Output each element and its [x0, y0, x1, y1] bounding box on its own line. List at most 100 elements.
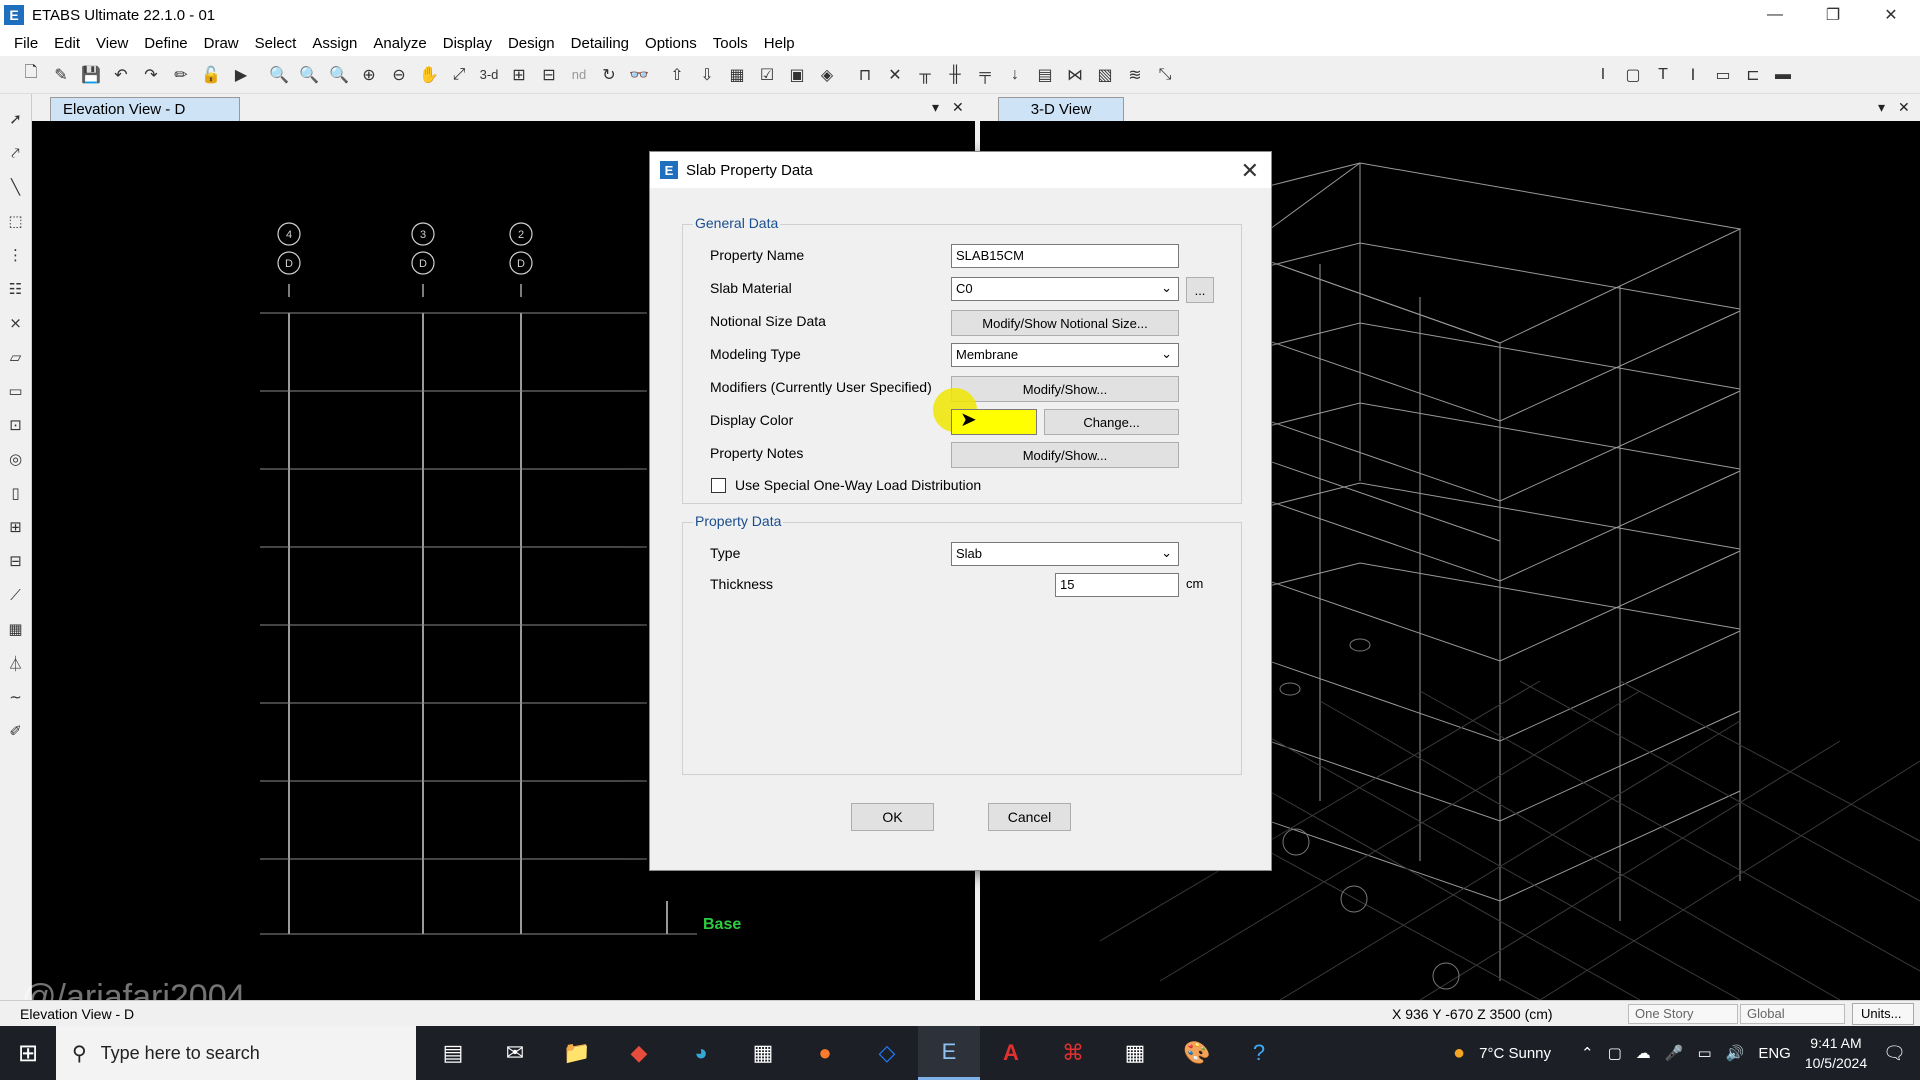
column-icon[interactable]: ╤: [972, 62, 998, 88]
zoom-in-icon[interactable]: ⊕: [356, 62, 382, 88]
nd-button[interactable]: nd: [566, 62, 592, 88]
move-down-icon[interactable]: ⇩: [694, 62, 720, 88]
dropbox-icon[interactable]: ◇: [856, 1026, 918, 1080]
cancel-button[interactable]: Cancel: [988, 803, 1071, 831]
dialog-close-button[interactable]: ✕: [1241, 158, 1259, 184]
plan-view-icon[interactable]: ⊞: [506, 62, 532, 88]
paint-icon[interactable]: 🎨: [1166, 1026, 1228, 1080]
draw-quick-area-icon[interactable]: ⊡: [3, 412, 29, 438]
draw-brace-icon[interactable]: ⨯: [3, 310, 29, 336]
one-way-load-label[interactable]: Use Special One-Way Load Distribution: [735, 477, 981, 493]
modeling-type-select[interactable]: Membrane ⌄: [951, 343, 1179, 367]
wall-icon[interactable]: ▤: [1032, 62, 1058, 88]
notifications-icon[interactable]: 🗨: [1883, 1043, 1906, 1064]
menu-edit[interactable]: Edit: [46, 35, 88, 52]
check-icon[interactable]: ☑: [754, 62, 780, 88]
draw-grid-icon[interactable]: ▦: [3, 616, 29, 642]
draw-link-icon[interactable]: ⟋: [3, 582, 29, 608]
one-way-load-checkbox[interactable]: [711, 478, 726, 493]
story-select[interactable]: One Story: [1628, 1004, 1738, 1024]
weather-sun-icon[interactable]: ●: [1453, 1042, 1465, 1065]
weather-text[interactable]: 7°C Sunny: [1479, 1045, 1551, 1062]
draw-opening-icon[interactable]: ⊞: [3, 514, 29, 540]
taskbar-search[interactable]: ⚲ Type here to search: [56, 1026, 416, 1080]
save-icon[interactable]: 💾: [78, 62, 104, 88]
change-color-button[interactable]: Change...: [1044, 409, 1179, 435]
network-icon[interactable]: ☁: [1636, 1044, 1651, 1062]
edge-browser-icon[interactable]: ◕: [670, 1026, 732, 1080]
type-select[interactable]: Slab ⌄: [951, 542, 1179, 566]
tray-device-icon[interactable]: ▢: [1608, 1044, 1622, 1062]
brace-icon[interactable]: ✕: [882, 62, 908, 88]
draw-tendon-icon[interactable]: ⊟: [3, 548, 29, 574]
zoom-out-icon[interactable]: ⊖: [386, 62, 412, 88]
elevation-view-icon[interactable]: ⊟: [536, 62, 562, 88]
section-t-icon[interactable]: T: [1650, 62, 1676, 88]
microphone-icon[interactable]: 🎤: [1665, 1044, 1684, 1062]
clock[interactable]: 9:41 AM 10/5/2024: [1805, 1033, 1867, 1073]
view-3d-button[interactable]: 3-d: [476, 62, 502, 88]
menu-file[interactable]: File: [6, 35, 46, 52]
joist-icon[interactable]: ╫: [942, 62, 968, 88]
language-indicator[interactable]: ENG: [1758, 1045, 1791, 1062]
windows-start-icon[interactable]: ⊞: [0, 1026, 56, 1080]
move-up-icon[interactable]: ⇧: [664, 62, 690, 88]
frame-icon[interactable]: ⊓: [852, 62, 878, 88]
pointer-icon[interactable]: ➚: [3, 106, 29, 132]
section-beam-icon[interactable]: ▭: [1710, 62, 1736, 88]
menu-analyze[interactable]: Analyze: [365, 35, 434, 52]
restore-button[interactable]: ❐: [1804, 0, 1862, 30]
close-window-button[interactable]: ✕: [1862, 0, 1920, 30]
menu-define[interactable]: Define: [136, 35, 195, 52]
section-column-icon[interactable]: Ⅰ: [1680, 62, 1706, 88]
section-i-icon[interactable]: I: [1590, 62, 1616, 88]
ok-button[interactable]: OK: [851, 803, 934, 831]
etabs-taskbar-icon[interactable]: E: [918, 1026, 980, 1080]
draw-circle-icon[interactable]: ◎: [3, 446, 29, 472]
draw-frame-icon[interactable]: ⬚: [3, 208, 29, 234]
coord-system-select[interactable]: Global: [1740, 1004, 1845, 1024]
draw-dimension-icon[interactable]: ⏃: [3, 650, 29, 676]
autocad-icon[interactable]: A: [980, 1026, 1042, 1080]
reshape-icon[interactable]: ⤤: [3, 140, 29, 166]
draw-column-icon[interactable]: ⋮: [3, 242, 29, 268]
menu-display[interactable]: Display: [435, 35, 500, 52]
file-explorer-icon[interactable]: 📁: [546, 1026, 608, 1080]
slab-material-select[interactable]: C0 ⌄: [951, 277, 1179, 301]
menu-options[interactable]: Options: [637, 35, 705, 52]
zoom-restore-icon[interactable]: 🔍: [296, 62, 322, 88]
volume-icon[interactable]: 🔊: [1726, 1044, 1745, 1062]
zoom-window-icon[interactable]: 🔍: [266, 62, 292, 88]
draw-spline-icon[interactable]: ∼: [3, 684, 29, 710]
rotate-icon[interactable]: ↻: [596, 62, 622, 88]
tray-chevron-icon[interactable]: ⌃: [1581, 1044, 1594, 1062]
draw-line-icon[interactable]: ╲: [3, 174, 29, 200]
menu-assign[interactable]: Assign: [304, 35, 365, 52]
tab-3d-close-icon[interactable]: ✕: [1898, 99, 1910, 116]
property-name-input[interactable]: SLAB15CM: [951, 244, 1179, 268]
thickness-input[interactable]: 15: [1055, 573, 1179, 597]
slab-material-more-button[interactable]: ...: [1186, 277, 1214, 303]
tab-3d-dropdown-icon[interactable]: ▾: [1878, 99, 1885, 116]
store-icon[interactable]: ▦: [732, 1026, 794, 1080]
ramp-icon[interactable]: ⋈: [1062, 62, 1088, 88]
mail-icon[interactable]: ✉: [484, 1026, 546, 1080]
section-box-icon[interactable]: ▢: [1620, 62, 1646, 88]
object-shrink-icon[interactable]: ▦: [724, 62, 750, 88]
tab-elevation-view[interactable]: Elevation View - D: [50, 97, 240, 121]
pencil-icon[interactable]: ✏: [168, 62, 194, 88]
draw-area-icon[interactable]: ▱: [3, 344, 29, 370]
task-view-icon[interactable]: ▤: [422, 1026, 484, 1080]
pan-icon[interactable]: ✋: [416, 62, 442, 88]
new-model-icon[interactable]: 🗋: [18, 62, 44, 88]
tab-3d-view[interactable]: 3-D View: [998, 97, 1124, 121]
menu-tools[interactable]: Tools: [705, 35, 756, 52]
draw-rectangle-icon[interactable]: ▭: [3, 378, 29, 404]
link-icon[interactable]: ⤡: [1152, 62, 1178, 88]
zoom-all-icon[interactable]: 🔍: [326, 62, 352, 88]
undo-icon[interactable]: ↶: [108, 62, 134, 88]
units-button[interactable]: Units...: [1852, 1003, 1914, 1025]
perspective-icon[interactable]: 👓: [626, 62, 652, 88]
section-channel-icon[interactable]: ⊏: [1740, 62, 1766, 88]
battery-icon[interactable]: ▭: [1697, 1044, 1711, 1062]
